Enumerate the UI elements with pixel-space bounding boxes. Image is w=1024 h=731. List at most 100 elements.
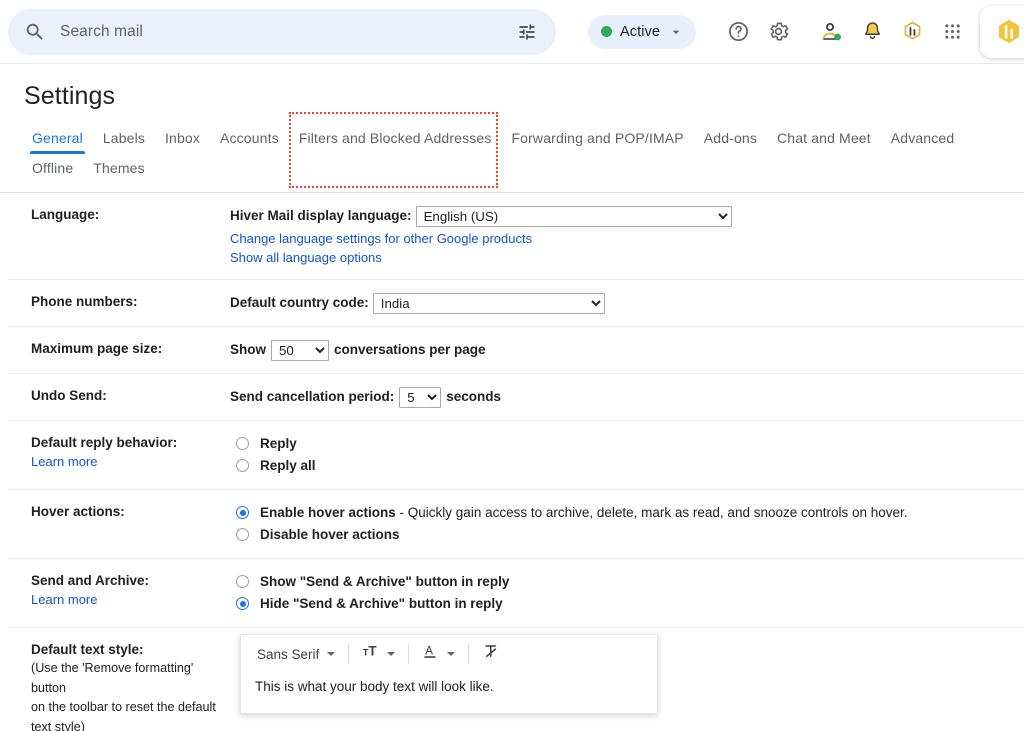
status-label: Active — [620, 23, 661, 40]
settings-row-label: Default reply behavior: Learn more — [8, 433, 230, 471]
remove-formatting-button[interactable] — [476, 638, 507, 670]
tab-labels[interactable]: Labels — [93, 124, 155, 154]
toolbar-divider — [408, 644, 410, 664]
svg-text:A: A — [425, 644, 433, 658]
tab-offline[interactable]: Offline — [22, 154, 83, 184]
chevron-down-icon — [387, 652, 396, 656]
default-reply-behavior-label: Default reply behavior: — [31, 435, 178, 450]
settings-body: Language: Hiver Mail display language: E… — [0, 192, 1024, 731]
show-all-language-options-link[interactable]: Show all language options — [230, 248, 1014, 267]
tab-forwarding-and-pop-imap[interactable]: Forwarding and POP/IMAP — [501, 124, 693, 154]
tab-inbox[interactable]: Inbox — [155, 124, 210, 154]
search-input[interactable] — [46, 21, 512, 42]
radio-label: Hide "Send & Archive" button in reply — [260, 596, 503, 611]
tab-add-ons[interactable]: Add-ons — [694, 124, 767, 154]
contacts-person-icon[interactable] — [812, 12, 852, 52]
tab-themes[interactable]: Themes — [83, 154, 154, 184]
settings-gear-icon[interactable] — [758, 12, 798, 52]
hiver-hexagon-icon[interactable] — [892, 12, 932, 52]
page-size-select[interactable]: 50 — [271, 339, 329, 361]
radio-icon[interactable] — [236, 528, 249, 541]
send-and-archive-learn-more-link[interactable]: Learn more — [31, 590, 97, 609]
remove-formatting-icon — [482, 642, 501, 666]
settings-row-label: Send and Archive: Learn more — [8, 571, 230, 609]
toolbar-divider — [348, 644, 350, 664]
svg-text:T: T — [369, 643, 378, 658]
undo-send-label: Undo Send: — [31, 388, 107, 403]
radio-option-reply[interactable]: Reply — [230, 433, 1014, 454]
tab-filters-and-blocked-addresses[interactable]: Filters and Blocked Addresses — [289, 124, 502, 154]
settings-row-default-text-style: Default text style: (Use the 'Remove for… — [8, 628, 1024, 731]
settings-header: Settings — [0, 64, 1024, 112]
radio-label: Show "Send & Archive" button in reply — [260, 574, 510, 589]
radio-icon[interactable] — [236, 437, 249, 450]
default-text-style-label: Default text style: — [31, 642, 144, 657]
status-pill-active[interactable]: Active — [588, 14, 697, 49]
google-apps-grid-icon[interactable] — [932, 12, 972, 52]
send-and-archive-label: Send and Archive: — [31, 573, 150, 588]
settings-row-content: Show 50 conversations per page — [230, 339, 1024, 361]
settings-row-default-reply-behavior: Default reply behavior: Learn more Reply… — [8, 421, 1024, 490]
radio-icon[interactable] — [236, 597, 249, 610]
page-size-prefix: Show — [230, 342, 266, 357]
status-dot-icon — [601, 26, 612, 37]
radio-option-hide-send-and-archive[interactable]: Hide "Send & Archive" button in reply — [230, 593, 1014, 614]
settings-row-hover-actions: Hover actions: Enable hover actions - Qu… — [8, 490, 1024, 559]
settings-row-label: Default text style: (Use the 'Remove for… — [8, 640, 230, 731]
language-label: Language: — [31, 207, 100, 222]
font-size-dropdown[interactable]: T T — [356, 638, 401, 670]
undo-send-suffix: seconds — [446, 389, 502, 404]
radio-label: Reply — [260, 436, 297, 451]
country-code-field-label: Default country code: — [230, 295, 369, 310]
settings-row-content: Hiver Mail display language: English (US… — [230, 205, 1024, 267]
default-text-style-hint-line: (Use the 'Remove formatting' button — [31, 661, 194, 695]
topbar-actions: Active — [588, 5, 1024, 58]
tab-general[interactable]: General — [22, 124, 93, 154]
tab-advanced[interactable]: Advanced — [881, 124, 964, 154]
radio-option-enable-hover-actions[interactable]: Enable hover actions - Quickly gain acce… — [230, 502, 1014, 523]
text-color-dropdown[interactable]: A — [416, 638, 461, 670]
tab-chat-and-meet[interactable]: Chat and Meet — [767, 124, 881, 154]
radio-option-disable-hover-actions[interactable]: Disable hover actions — [230, 524, 1014, 545]
chevron-down-icon — [668, 24, 684, 40]
settings-row-content: Reply Reply all — [230, 433, 1024, 477]
tab-accounts[interactable]: Accounts — [210, 124, 289, 154]
radio-option-show-send-and-archive[interactable]: Show "Send & Archive" button in reply — [230, 571, 1014, 592]
page-title: Settings — [24, 82, 116, 110]
search-filter-options-button[interactable] — [512, 17, 542, 47]
settings-row-label: Phone numbers: — [8, 292, 230, 311]
radio-icon[interactable] — [236, 575, 249, 588]
hover-actions-label: Hover actions: — [31, 504, 125, 519]
change-language-settings-link[interactable]: Change language settings for other Googl… — [230, 229, 1014, 248]
default-reply-learn-more-link[interactable]: Learn more — [31, 452, 97, 471]
top-app-bar: Active — [0, 0, 1024, 64]
settings-row-label: Hover actions: — [8, 502, 230, 521]
search-bar[interactable] — [8, 8, 556, 55]
font-family-dropdown[interactable]: Sans Serif — [251, 643, 341, 666]
search-icon — [24, 21, 46, 43]
settings-row-label: Undo Send: — [8, 386, 230, 405]
toolbar-divider — [468, 644, 470, 664]
settings-row-send-and-archive: Send and Archive: Learn more Show "Send … — [8, 559, 1024, 628]
text-color-icon: A — [422, 642, 441, 666]
hiver-hexagon-logo — [999, 19, 1020, 43]
help-icon[interactable] — [718, 12, 758, 52]
undo-send-prefix: Send cancellation period: — [230, 389, 395, 404]
default-text-style-hint-line: on the toolbar to reset the default — [31, 700, 216, 714]
default-text-style-hint-line: text style) — [31, 719, 85, 731]
settings-row-maximum-page-size: Maximum page size: Show 50 conversations… — [8, 327, 1024, 374]
settings-row-undo-send: Undo Send: Send cancellation period: 5 s… — [8, 374, 1024, 421]
country-code-select[interactable]: India — [372, 292, 605, 314]
undo-send-period-select[interactable]: 5 — [399, 386, 442, 408]
avatar[interactable] — [980, 5, 1024, 58]
radio-option-reply-all[interactable]: Reply all — [230, 455, 1014, 476]
radio-icon[interactable] — [236, 506, 249, 519]
radio-label: Reply all — [260, 458, 316, 473]
settings-row-language: Language: Hiver Mail display language: E… — [8, 193, 1024, 280]
radio-label: Enable hover actions — [260, 505, 396, 520]
settings-row-label: Maximum page size: — [8, 339, 230, 358]
radio-icon[interactable] — [236, 459, 249, 472]
settings-tabs: General Labels Inbox Accounts Filters an… — [22, 124, 1024, 184]
language-select[interactable]: English (US) — [415, 205, 732, 227]
notifications-bell-icon[interactable] — [852, 12, 892, 52]
